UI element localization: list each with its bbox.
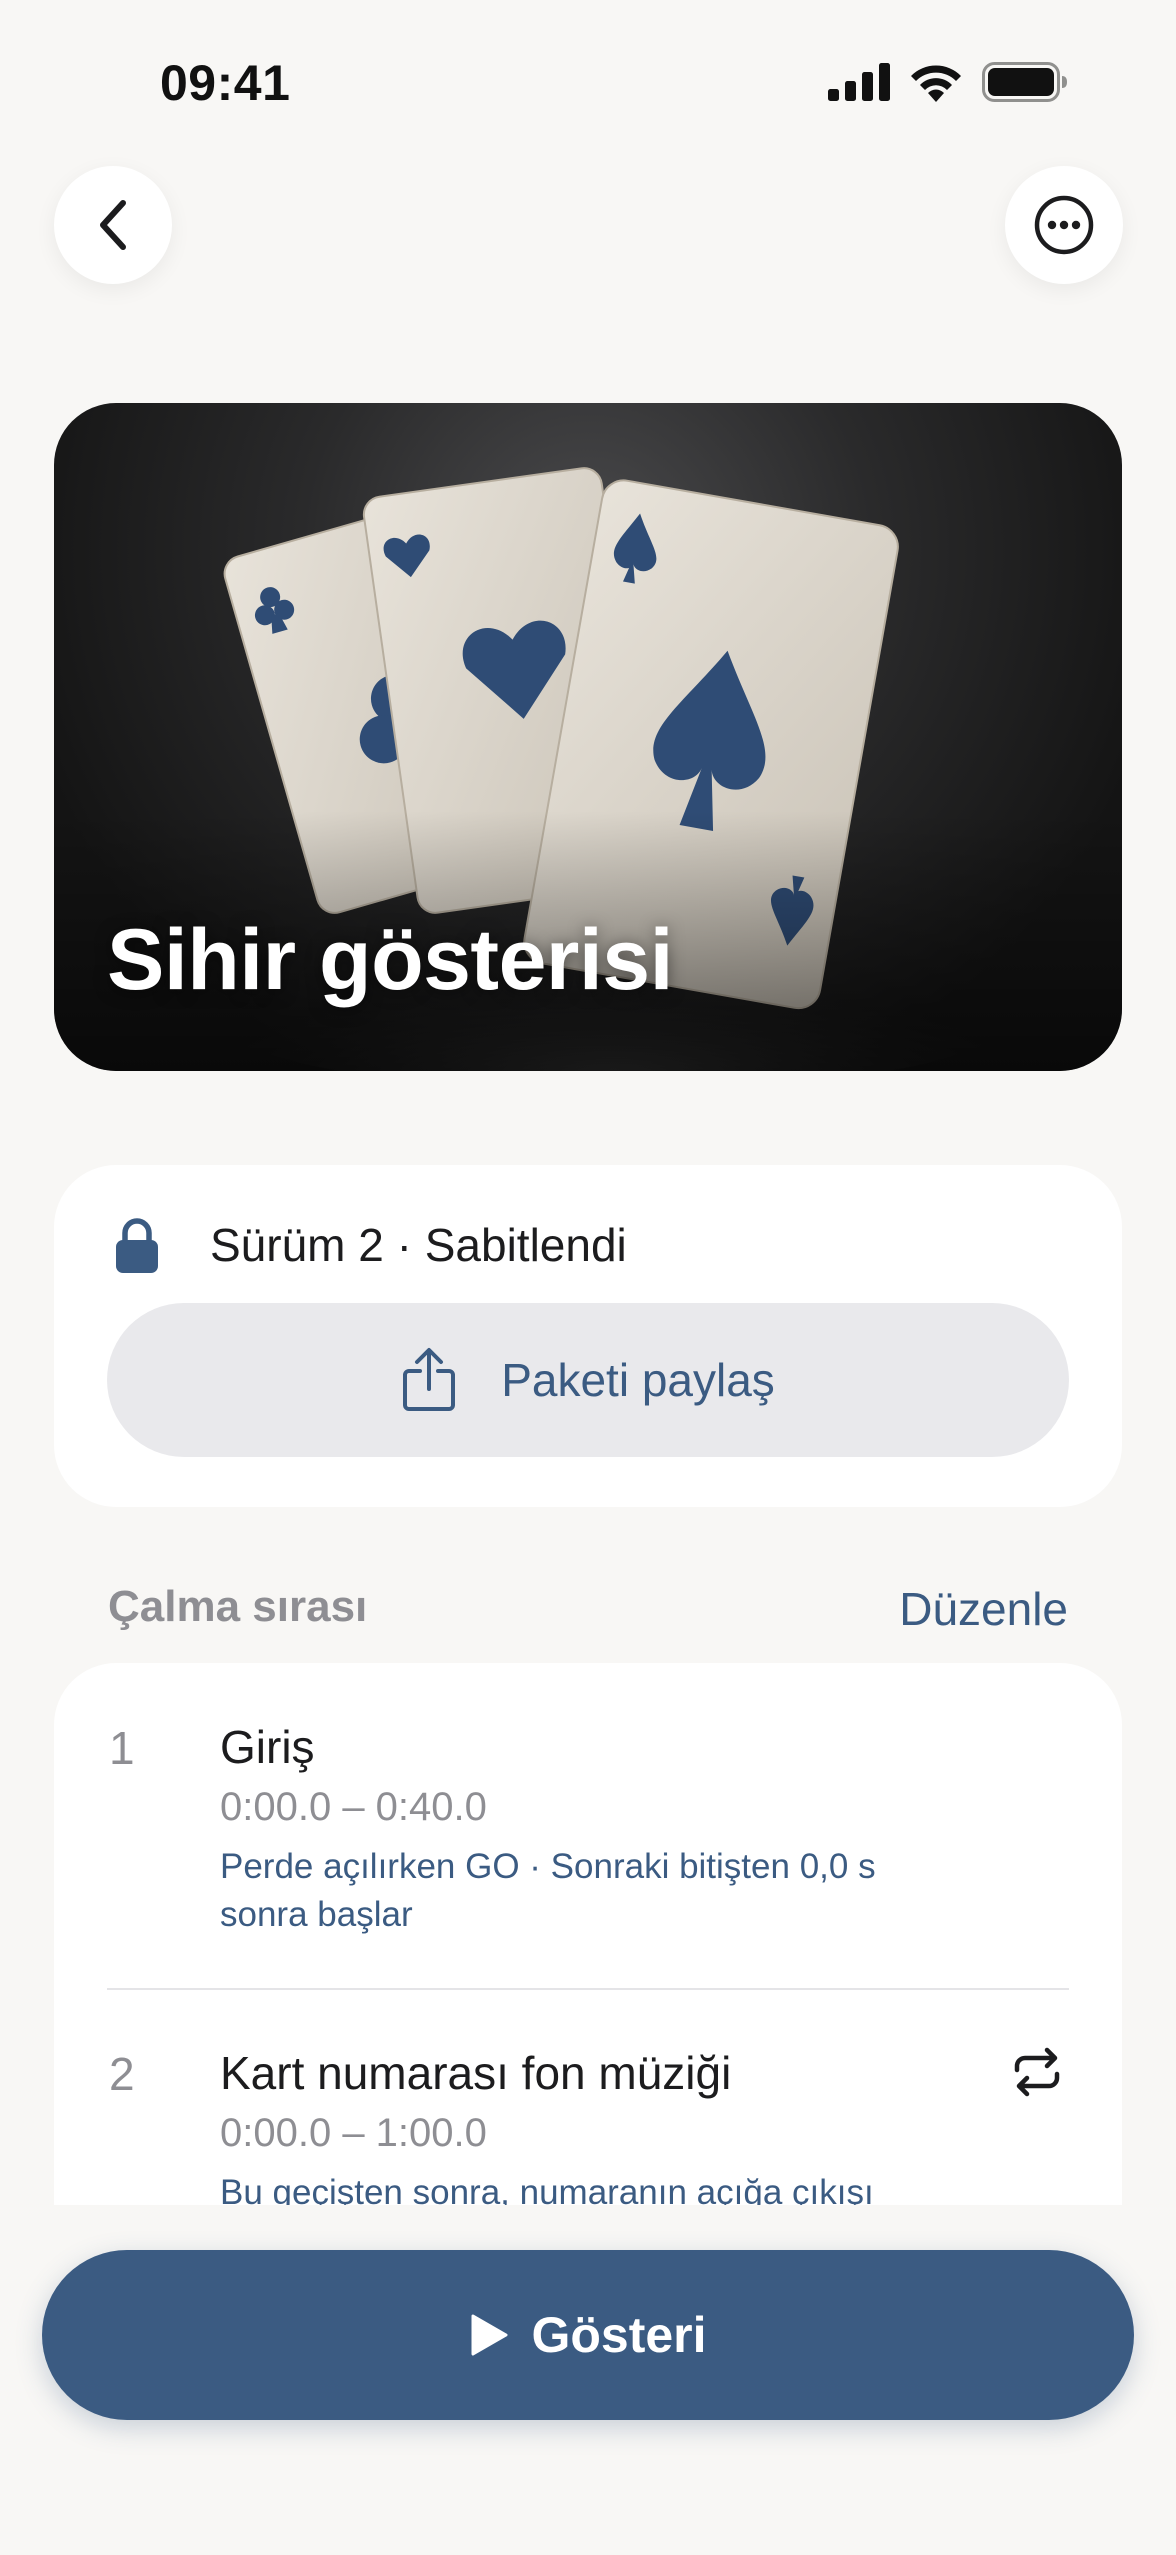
more-options-button[interactable] [1005,166,1123,284]
battery-icon [982,62,1067,102]
cue-time-range: 0:00.0 – 0:40.0 [220,1785,487,1829]
share-package-label: Paketi paylaş [501,1354,775,1406]
cellular-signal-icon [828,63,890,101]
version-row: Sürüm 2 · Sabitlendi [114,1217,627,1273]
lock-icon [116,1218,158,1273]
ellipsis-circle-icon [1034,195,1094,255]
edit-button[interactable]: Düzenle [899,1582,1068,1636]
cue-time-range: 0:00.0 – 1:00.0 [220,2111,487,2155]
cue-row[interactable]: 1 Giriş 0:00.0 – 0:40.0 Perde açılırken … [54,1663,1122,1988]
status-bar: 09:41 [0,0,1176,150]
play-icon [471,2314,508,2356]
cue-title: Giriş [220,1721,315,1773]
cue-number: 2 [109,2048,135,2100]
status-icons [828,62,1068,102]
cue-trigger-note: Perde açılırken GO · Sonraki bitişten 0,… [220,1847,876,1934]
playlist-card: 1 Giriş 0:00.0 – 0:40.0 Perde açılırken … [54,1663,1122,2213]
start-show-button[interactable]: Gösteri [42,2250,1134,2420]
cue-number: 1 [109,1722,135,1774]
version-status: Sürüm 2 · Sabitlendi [210,1219,627,1271]
wifi-icon [911,65,961,102]
status-time: 09:41 [160,55,291,111]
back-button[interactable] [54,166,172,284]
hero-banner: Sihir gösterisi [54,403,1122,1071]
repeat-icon [1014,2047,1060,2097]
cue-title: Kart numarası fon müziği [220,2047,732,2099]
page-title: Sihir gösterisi [107,912,674,1008]
version-card: Sürüm 2 · Sabitlendi Paketi paylaş [54,1165,1122,1507]
chevron-left-icon [100,200,126,250]
share-package-button[interactable]: Paketi paylaş [107,1303,1069,1457]
playlist-section-title: Çalma sırası [108,1582,368,1631]
start-show-label: Gösteri [531,2307,707,2363]
share-icon [403,1348,456,1411]
cue-row[interactable]: 2 Kart numarası fon müziği 0:00.0 – 1:00… [54,1989,1122,2213]
